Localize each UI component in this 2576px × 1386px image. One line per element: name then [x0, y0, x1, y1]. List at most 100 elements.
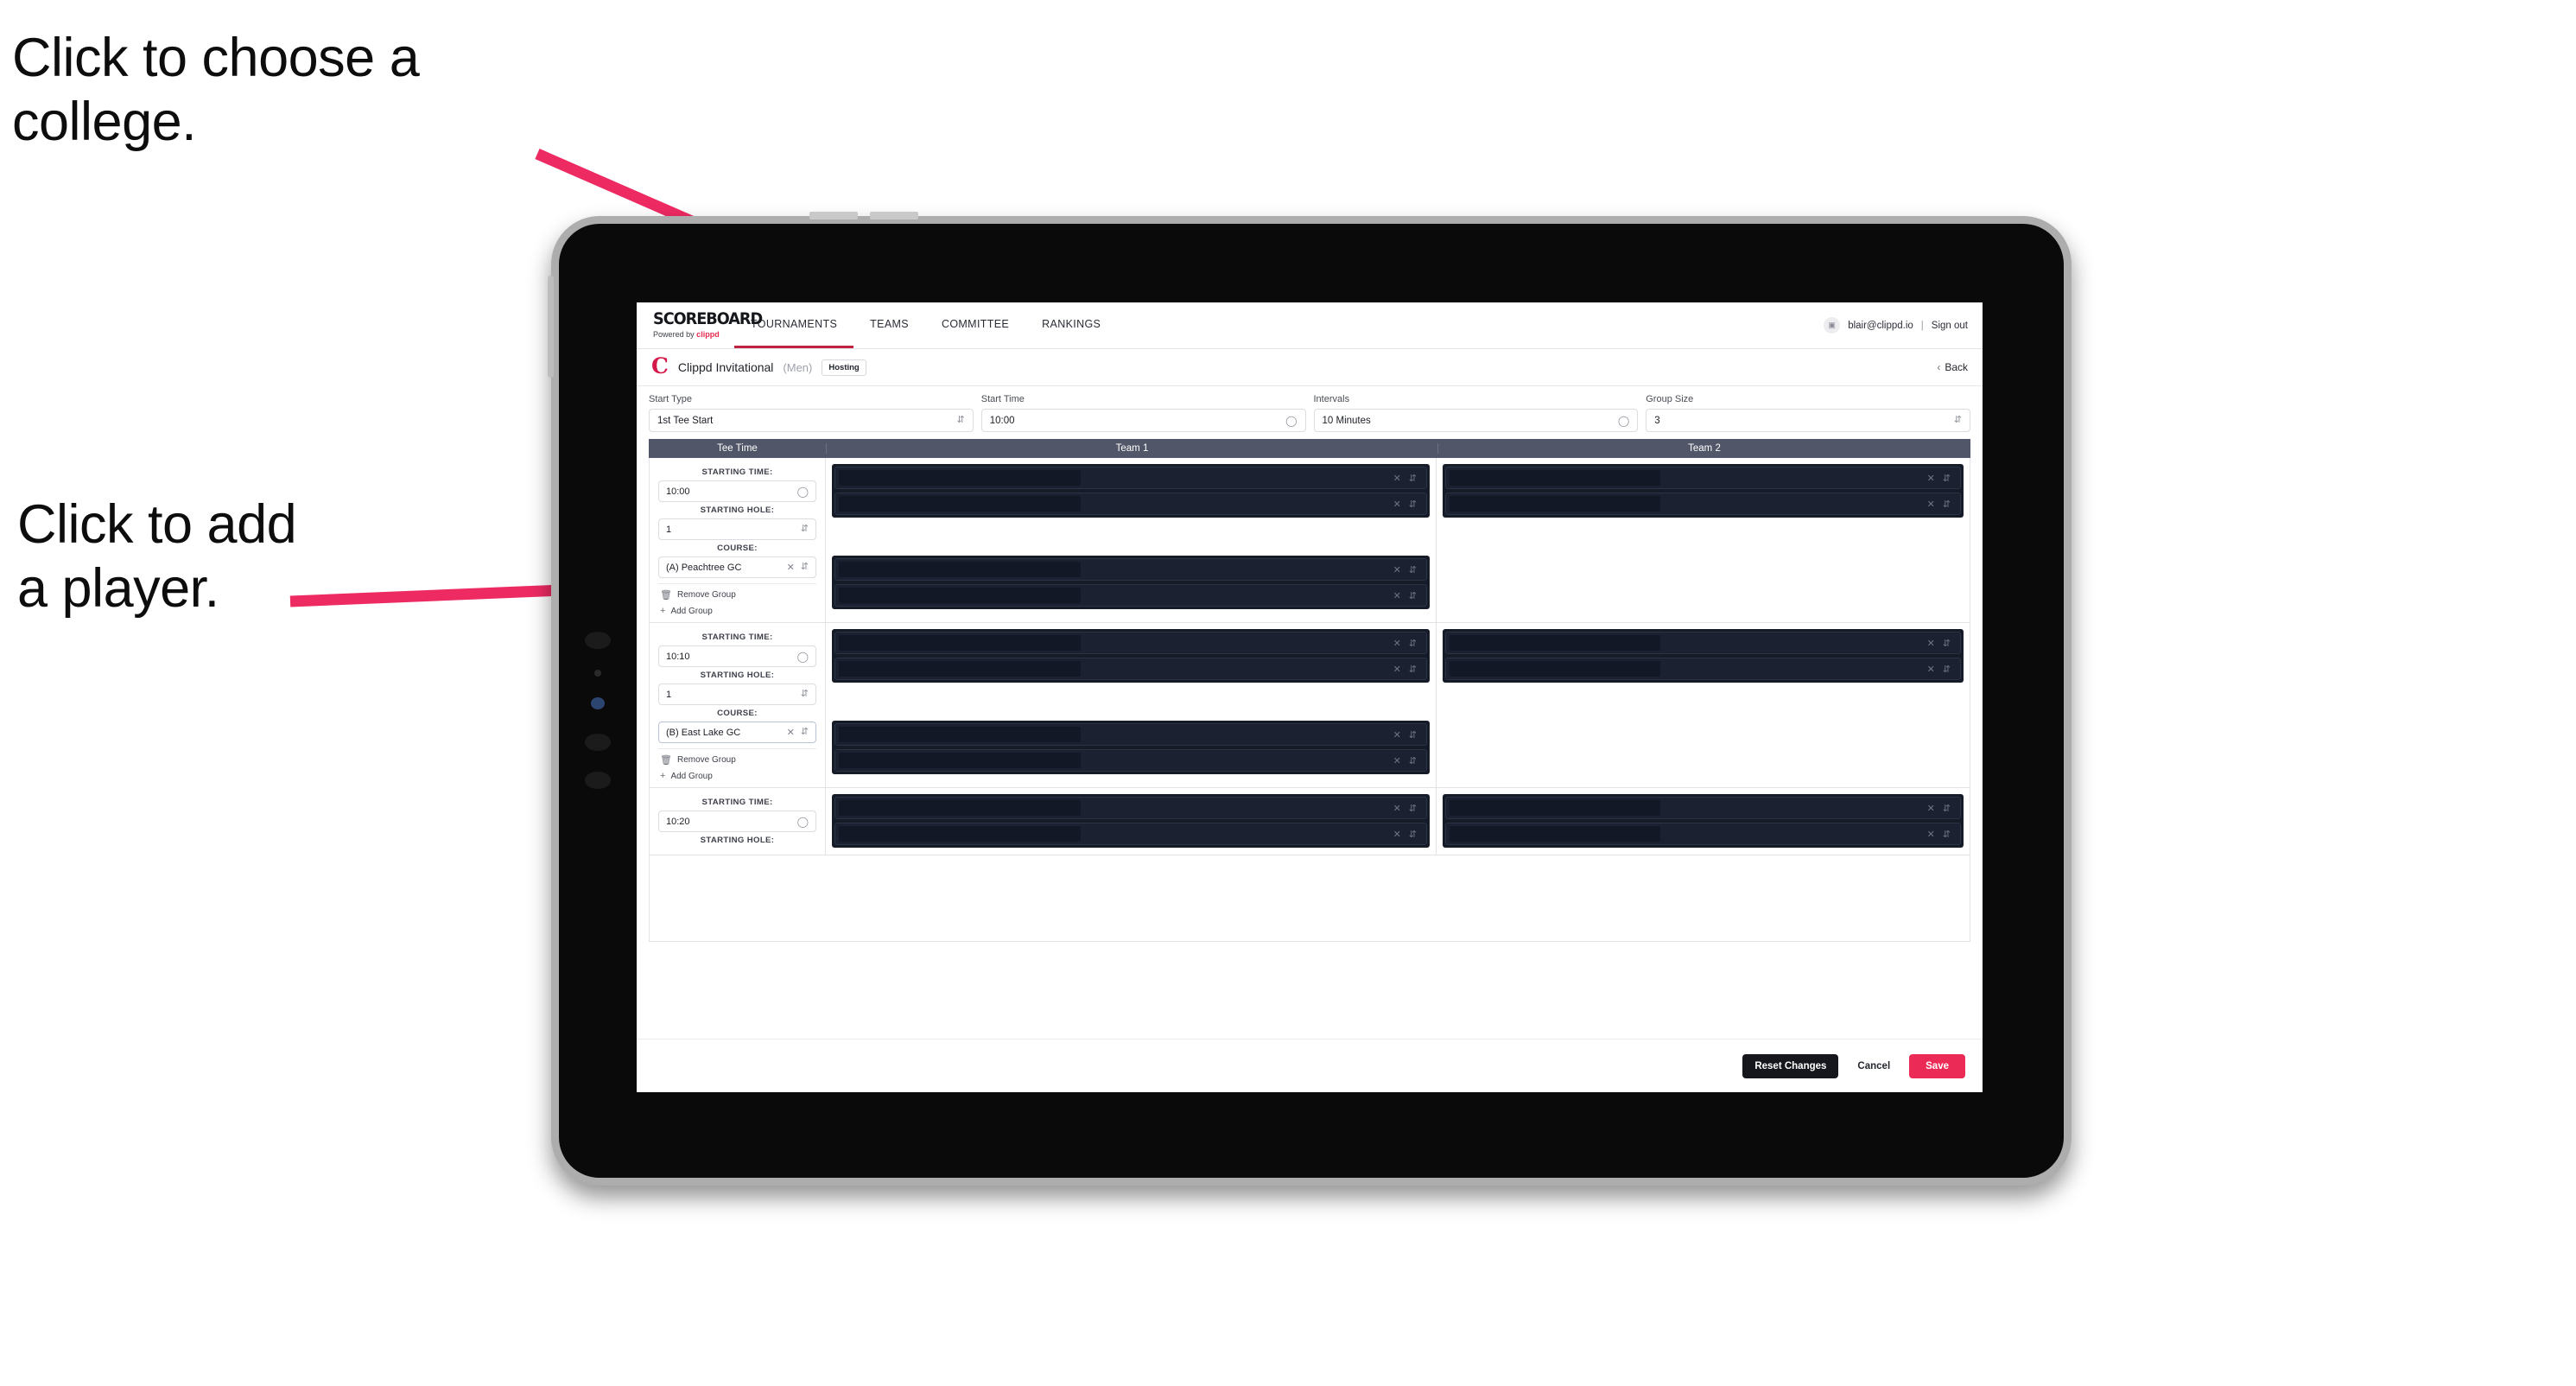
input-intervals[interactable]: 10 Minutes ◯: [1313, 409, 1639, 432]
player-row[interactable]: ✕ ⇵: [834, 558, 1427, 581]
nav-tab-committee[interactable]: COMMITTEE: [925, 302, 1025, 348]
player-row[interactable]: ✕ ⇵: [834, 632, 1427, 654]
player-row[interactable]: ✕ ⇵: [1445, 823, 1961, 845]
player-row[interactable]: ✕ ⇵: [834, 658, 1427, 680]
player-row[interactable]: ✕ ⇵: [1445, 493, 1961, 515]
label-starting-hole: STARTING HOLE:: [700, 836, 775, 845]
player-row[interactable]: ✕ ⇵: [834, 493, 1427, 515]
clear-x-icon[interactable]: ✕: [1927, 664, 1935, 675]
clear-x-icon[interactable]: ✕: [1927, 829, 1935, 840]
chevron-updown-icon[interactable]: ⇵: [1943, 473, 1951, 484]
input-starting-time[interactable]: 10:20 ◯: [658, 811, 816, 832]
clear-x-icon[interactable]: ✕: [1393, 755, 1401, 766]
value-starting-hole: 1: [666, 689, 672, 700]
clear-x-icon[interactable]: ✕: [1393, 473, 1401, 484]
chevron-updown-icon[interactable]: ⇵: [1943, 803, 1951, 814]
clock-icon[interactable]: ◯: [1285, 416, 1297, 426]
tournament-gender: (Men): [783, 360, 813, 374]
chevron-updown-icon[interactable]: ⇵: [1409, 564, 1417, 575]
clear-x-icon[interactable]: ✕: [1927, 473, 1935, 484]
clear-x-icon[interactable]: ✕: [1927, 638, 1935, 649]
clear-x-icon[interactable]: ✕: [1927, 499, 1935, 510]
player-row[interactable]: ✕ ⇵: [834, 797, 1427, 819]
player-row-controls: ✕ ⇵: [1927, 829, 1960, 840]
remove-group-button[interactable]: 🗑 Remove Group: [658, 748, 816, 766]
chevron-updown-icon[interactable]: ⇵: [1943, 638, 1951, 649]
input-starting-time[interactable]: 10:00 ◯: [658, 480, 816, 502]
save-button[interactable]: Save: [1909, 1053, 1965, 1078]
input-starting-time[interactable]: 10:10 ◯: [658, 645, 816, 667]
player-row[interactable]: ✕ ⇵: [1445, 658, 1961, 680]
nav-tab-teams[interactable]: TEAMS: [853, 302, 925, 348]
chevron-updown-icon[interactable]: ⇵: [1409, 590, 1417, 601]
device-speaker-dot: [585, 632, 611, 649]
chevron-updown-icon[interactable]: ⇵: [1409, 829, 1417, 840]
player-row[interactable]: ✕ ⇵: [1445, 632, 1961, 654]
clear-x-icon[interactable]: ✕: [1393, 564, 1401, 575]
clear-x-icon[interactable]: ✕: [1393, 803, 1401, 814]
clock-icon[interactable]: ◯: [797, 817, 809, 827]
redacted-player-name: [839, 496, 1082, 512]
volume-button[interactable]: [548, 276, 554, 378]
player-row[interactable]: ✕ ⇵: [834, 467, 1427, 489]
back-button[interactable]: ‹ Back: [1937, 361, 1968, 373]
chevron-updown-icon: ⇵: [800, 727, 809, 737]
chevron-updown-icon[interactable]: ⇵: [1409, 755, 1417, 766]
chevron-updown-icon[interactable]: ⇵: [1409, 473, 1417, 484]
annotation-add-player: Click to add a player.: [17, 494, 297, 620]
clear-x-icon[interactable]: ✕: [1393, 729, 1401, 741]
clear-x-icon[interactable]: ✕: [1393, 638, 1401, 649]
tee-sheet-table-body[interactable]: STARTING TIME: 10:00 ◯ STARTING HOLE: 1 …: [649, 458, 1970, 942]
redacted-player-name: [839, 588, 1082, 603]
clear-x-icon[interactable]: ✕: [1393, 829, 1401, 840]
player-row[interactable]: ✕ ⇵: [834, 723, 1427, 746]
tee-time-column: STARTING TIME: 10:10 ◯ STARTING HOLE: 1 …: [650, 623, 826, 787]
select-course[interactable]: (B) East Lake GC ✕ ⇵: [658, 722, 816, 743]
player-block: ✕ ⇵ ✕ ⇵: [832, 794, 1430, 848]
select-group-size[interactable]: 3 ⇵: [1646, 409, 1970, 432]
input-starting-hole[interactable]: 1 ⇵: [658, 518, 816, 540]
player-row[interactable]: ✕ ⇵: [834, 749, 1427, 772]
add-group-button[interactable]: + Add Group: [658, 766, 816, 781]
top-button-b[interactable]: [870, 212, 918, 219]
chevron-updown-icon[interactable]: ⇵: [1943, 829, 1951, 840]
clear-x-icon[interactable]: ✕: [787, 562, 795, 573]
nav-tab-rankings[interactable]: RANKINGS: [1025, 302, 1117, 348]
chevron-updown-icon[interactable]: ⇵: [1409, 499, 1417, 510]
column-header-team-1: Team 1: [827, 443, 1438, 454]
clear-x-icon[interactable]: ✕: [1393, 664, 1401, 675]
tee-sheet-settings-row: Start Type 1st Tee Start ⇵ Start Time 10…: [637, 386, 1983, 439]
player-row[interactable]: ✕ ⇵: [1445, 467, 1961, 489]
clock-icon[interactable]: ◯: [797, 486, 809, 497]
chevron-updown-icon[interactable]: ⇵: [1943, 664, 1951, 675]
remove-group-button[interactable]: 🗑 Remove Group: [658, 583, 816, 601]
clear-x-icon[interactable]: ✕: [1393, 590, 1401, 601]
clear-x-icon[interactable]: ✕: [1927, 803, 1935, 814]
clear-x-icon[interactable]: ✕: [1393, 499, 1401, 510]
player-row[interactable]: ✕ ⇵: [1445, 797, 1961, 819]
select-start-type[interactable]: 1st Tee Start ⇵: [649, 409, 974, 432]
chevron-updown-icon[interactable]: ⇵: [1943, 499, 1951, 510]
field-start-type: Start Type 1st Tee Start ⇵: [649, 394, 974, 432]
clear-x-icon[interactable]: ✕: [787, 727, 795, 738]
cancel-button[interactable]: Cancel: [1852, 1054, 1895, 1078]
reset-changes-button[interactable]: Reset Changes: [1742, 1053, 1839, 1078]
input-starting-hole[interactable]: 1 ⇵: [658, 683, 816, 705]
device-speaker-dot-2: [585, 734, 611, 751]
avatar[interactable]: ▣: [1824, 317, 1841, 334]
select-course[interactable]: (A) Peachtree GC ✕ ⇵: [658, 556, 816, 578]
plus-icon: +: [660, 771, 666, 781]
clock-icon[interactable]: ◯: [1618, 416, 1629, 426]
player-row[interactable]: ✕ ⇵: [834, 823, 1427, 845]
chevron-updown-icon[interactable]: ⇵: [1409, 803, 1417, 814]
add-group-button[interactable]: + Add Group: [658, 601, 816, 616]
scoreboard-logo[interactable]: SCOREBOARD Powered by clippd: [637, 302, 763, 348]
top-button-a[interactable]: [809, 212, 858, 219]
chevron-updown-icon[interactable]: ⇵: [1409, 664, 1417, 675]
chevron-updown-icon[interactable]: ⇵: [1409, 729, 1417, 741]
clock-icon[interactable]: ◯: [797, 652, 809, 662]
chevron-updown-icon[interactable]: ⇵: [1409, 638, 1417, 649]
input-start-time[interactable]: 10:00 ◯: [980, 409, 1306, 432]
sign-out-link[interactable]: Sign out: [1932, 321, 1968, 331]
player-row[interactable]: ✕ ⇵: [834, 584, 1427, 607]
